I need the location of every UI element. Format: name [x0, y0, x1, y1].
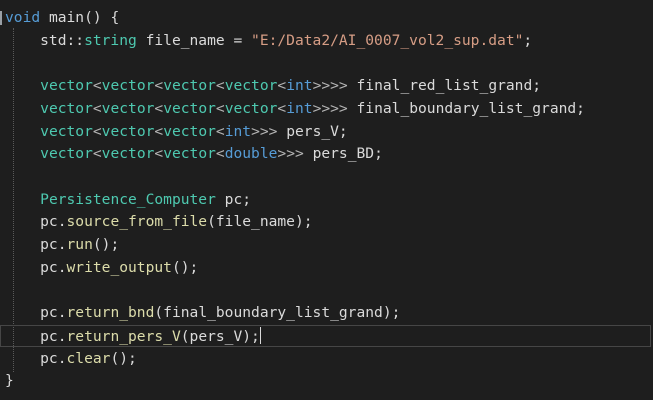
code-token: run — [66, 236, 93, 253]
code-token: pers_V; — [277, 122, 348, 140]
code-token: < — [154, 99, 164, 117]
code-editor[interactable]: void main() { std::string file_name = "E… — [0, 0, 653, 400]
code-token: (final_boundary_list_grand); — [154, 304, 401, 322]
code-line[interactable]: pc.return_bnd(final_boundary_list_grand)… — [5, 302, 400, 324]
code-token: < — [215, 99, 225, 117]
code-token: double — [224, 145, 278, 163]
code-token: < — [154, 122, 164, 140]
code-token: < — [92, 77, 102, 95]
code-line[interactable]: vector<vector<vector<vector<int>>>> fina… — [5, 98, 585, 120]
code-token: vector — [224, 99, 278, 117]
code-token: source_from_file — [66, 213, 208, 231]
code-token: return_bnd — [66, 304, 155, 322]
code-line[interactable]: pc.clear(); — [5, 348, 137, 370]
code-token: vector — [163, 99, 216, 117]
code-token: < — [277, 77, 287, 95]
code-token: < — [92, 122, 102, 140]
code-token: vector — [163, 122, 216, 140]
code-token: >>> — [277, 145, 304, 163]
code-token: vector — [101, 77, 155, 95]
code-token: vector — [224, 77, 278, 95]
code-token: "E:/Data2/AI_0007_vol2_sup.dat" — [251, 31, 524, 49]
code-token: file_name = — [136, 31, 252, 49]
code-token: string — [84, 31, 137, 49]
code-token: int — [286, 99, 313, 117]
code-token: vector — [163, 145, 216, 163]
code-token: void — [5, 9, 41, 26]
code-token: vector — [101, 145, 155, 163]
code-token: pc. — [5, 304, 67, 322]
code-token: (); — [92, 236, 120, 253]
code-token: pers_BD; — [303, 145, 383, 163]
code-token: vector — [101, 122, 155, 140]
code-token: int — [224, 122, 252, 140]
code-line[interactable]: pc.write_output(); — [5, 257, 198, 279]
code-token: < — [215, 122, 225, 140]
code-token: < — [154, 145, 164, 163]
code-token: < — [154, 77, 164, 95]
code-token: pc. — [5, 258, 67, 276]
code-token: vector — [40, 122, 93, 140]
code-line[interactable]: Persistence_Computer pc; — [5, 189, 251, 211]
code-token: (); — [110, 349, 137, 367]
code-token: (pers_V); — [180, 327, 260, 345]
code-token: pc. — [5, 213, 67, 231]
code-token: pc. — [5, 236, 67, 253]
code-token: < — [277, 99, 287, 117]
code-line[interactable]: void main() { — [5, 7, 119, 29]
code-token: ; — [523, 31, 533, 49]
code-token: (); — [171, 258, 199, 276]
code-token: pc; — [215, 190, 252, 208]
code-token: < — [92, 145, 102, 163]
code-token: < — [215, 145, 225, 163]
code-line[interactable]: vector<vector<vector<vector<int>>>> fina… — [5, 75, 541, 97]
code-token: std:: — [5, 31, 85, 49]
code-token: pc. — [5, 327, 67, 345]
code-line[interactable]: pc.source_from_file(file_name); — [5, 211, 313, 233]
code-line[interactable]: } — [5, 370, 14, 392]
code-token: vector — [163, 77, 216, 95]
code-token: >>>> — [312, 99, 348, 117]
code-token: pc. — [5, 349, 67, 367]
code-token: } — [5, 372, 14, 390]
fold-marker-icon[interactable] — [0, 11, 2, 25]
code-token: Persistence_Computer — [40, 190, 216, 208]
code-line[interactable]: pc.run(); — [5, 234, 119, 256]
code-token: int — [286, 77, 313, 95]
code-token: (file_name); — [207, 213, 313, 231]
code-line[interactable]: std::string file_name = "E:/Data2/AI_000… — [5, 30, 532, 52]
code-token: < — [92, 99, 102, 117]
code-token: final_boundary_list_grand; — [347, 99, 585, 117]
code-token: vector — [40, 77, 93, 95]
code-token: final_red_list_grand; — [347, 77, 542, 95]
text-caret — [259, 326, 261, 344]
code-token: main() { — [40, 9, 120, 26]
code-line[interactable]: vector<vector<vector<int>>> pers_V; — [5, 121, 348, 143]
code-token: vector — [40, 145, 93, 163]
code-token: >>> — [251, 122, 278, 140]
code-token: >>>> — [312, 77, 348, 95]
current-code-line[interactable]: pc.return_pers_V(pers_V); — [0, 324, 651, 347]
code-token: clear — [66, 349, 111, 367]
code-line[interactable]: vector<vector<vector<double>>> pers_BD; — [5, 143, 383, 165]
code-token: vector — [101, 99, 155, 117]
code-token: write_output — [66, 258, 172, 276]
code-token: return_pers_V — [66, 327, 181, 345]
code-token: < — [215, 77, 225, 95]
code-token: vector — [40, 99, 93, 117]
